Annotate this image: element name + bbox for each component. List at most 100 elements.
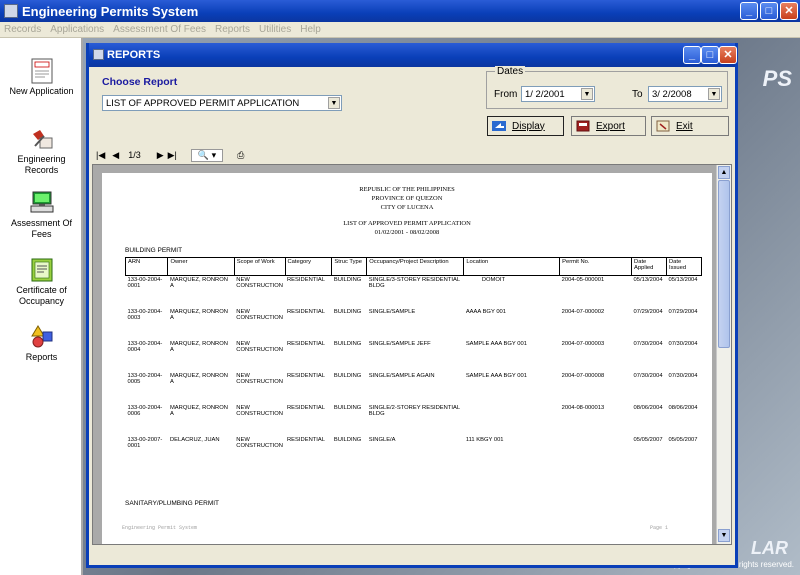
cell-permit-no: 2004-07-000008 — [561, 372, 605, 379]
last-page-icon[interactable]: ▶| — [168, 150, 177, 161]
reports-maximize-button[interactable]: □ — [701, 46, 719, 64]
cell-permit-no: 2004-05-000001 — [561, 277, 605, 283]
window-icon — [93, 49, 104, 60]
cell-category: RESIDENTIAL — [287, 308, 326, 315]
minimize-button[interactable]: _ — [740, 2, 758, 20]
sidebar-item-label: Reports — [25, 352, 58, 362]
scroll-thumb[interactable] — [718, 180, 730, 348]
table-header-row: ARN Owner Scope of Work Category Struc T… — [124, 257, 703, 276]
report-header-line: REPUBLIC OF THE PHILIPPINES — [359, 186, 455, 193]
first-page-icon[interactable]: |◀ — [96, 150, 105, 161]
display-button[interactable]: Display — [487, 116, 564, 136]
table-row: 133-00-2004-0003 MARQUEZ, RONRON A NEW C… — [126, 308, 702, 340]
sidebar-item-label: Certificate of Occupancy — [16, 285, 67, 306]
cell-location: SAMPLE AAA BGY 001 — [465, 340, 527, 347]
cell-scope: NEW CONSTRUCTION — [236, 277, 283, 289]
chevron-down-icon: ▼ — [708, 88, 720, 100]
to-date-picker[interactable]: 3/ 2/2008 ▼ — [648, 86, 722, 102]
cell-arn: 133-00-2004-0001 — [127, 277, 163, 289]
sidebar: New Application Engineering Records Asse… — [0, 38, 83, 575]
close-button[interactable]: ✕ — [780, 2, 798, 20]
cell-struc-type: BUILDING — [333, 308, 362, 315]
cell-date-issued: 07/30/2004 — [668, 340, 698, 347]
sidebar-item-certificate-of-occupancy[interactable]: Certificate of Occupancy — [0, 257, 83, 307]
column-header: Date Issued — [665, 257, 703, 276]
cell-date-issued: 07/29/2004 — [668, 308, 698, 315]
sidebar-item-assessment-of-fees[interactable]: Assessment Of Fees — [0, 190, 83, 240]
zoom-icon[interactable]: 🔍 ▾ — [190, 148, 224, 162]
report-footer-page: Page 1 — [650, 525, 669, 531]
reports-close-button[interactable]: ✕ — [719, 46, 737, 64]
vertical-scrollbar[interactable]: ▲ ▼ — [716, 165, 731, 544]
reports-title: REPORTS — [107, 49, 161, 61]
cell-category: RESIDENTIAL — [287, 436, 326, 443]
exit-button[interactable]: Exit — [651, 116, 729, 136]
report-footer-system: Engineering Permit System — [122, 525, 198, 531]
report-select-value: LIST OF APPROVED PERMIT APPLICATION — [106, 97, 300, 109]
cell-struc-type: BUILDING — [333, 372, 362, 379]
table-row: 133-00-2004-0001 MARQUEZ, RONRON A NEW C… — [126, 276, 702, 308]
cell-occupancy: SINGLE/SAMPLE — [368, 308, 416, 315]
background-logo-bottom: LAR — [751, 538, 788, 558]
menu-applications[interactable]: Applications — [50, 24, 104, 35]
choose-report-label: Choose Report — [102, 76, 178, 88]
reports-minimize-button[interactable]: _ — [683, 46, 701, 64]
from-date-value: 1/ 2/2001 — [525, 88, 565, 100]
cell-location: 111 KBGY 001 — [465, 436, 504, 443]
menu-reports[interactable]: Reports — [215, 24, 250, 35]
cell-category: RESIDENTIAL — [287, 340, 326, 347]
cell-occupancy: SINGLE/2-STOREY RESIDENTIAL BLDG — [368, 404, 460, 417]
scroll-down-icon[interactable]: ▼ — [718, 529, 730, 542]
scroll-up-icon[interactable]: ▲ — [718, 166, 730, 179]
cell-arn: 133-00-2004-0006 — [127, 404, 163, 417]
section-building-permit: BUILDING PERMIT — [125, 247, 183, 254]
print-icon[interactable]: ⎙ — [237, 150, 244, 161]
column-header: Location — [463, 257, 561, 276]
column-header: Owner — [167, 257, 235, 276]
report-select[interactable]: LIST OF APPROVED PERMIT APPLICATION ▼ — [102, 95, 342, 111]
sidebar-item-engineering-records[interactable]: Engineering Records — [0, 126, 83, 176]
app-title-bar: Engineering Permits System _ □ ✕ — [0, 0, 800, 22]
cell-owner: MARQUEZ, RONRON A — [169, 308, 228, 321]
computer-icon — [30, 190, 54, 214]
permits-table: ARN Owner Scope of Work Category Struc T… — [124, 257, 703, 468]
prev-page-icon[interactable]: ◀ — [112, 150, 119, 161]
sidebar-item-label: Engineering Records — [17, 154, 66, 175]
cell-date-applied: 07/29/2004 — [633, 308, 663, 315]
cell-category: RESIDENTIAL — [287, 277, 326, 283]
report-page: REPUBLIC OF THE PHILIPPINES PROVINCE OF … — [102, 173, 712, 544]
cell-struc-type: BUILDING — [333, 436, 362, 443]
column-header: Permit No. — [559, 257, 633, 276]
viewer-toolbar: |◀ ◀ 1/3 ▶ ▶| 🔍 ▾ ⎙ — [92, 147, 732, 163]
cell-date-issued: 08/06/2004 — [668, 404, 698, 411]
app-title: Engineering Permits System — [22, 3, 199, 19]
menu-help[interactable]: Help — [300, 24, 321, 35]
table-row: 133-00-2004-0005 MARQUEZ, RONRON A NEW C… — [126, 372, 702, 404]
cell-date-applied: 07/30/2004 — [633, 372, 663, 379]
cell-scope: NEW CONSTRUCTION — [236, 308, 283, 321]
next-page-icon[interactable]: ▶ — [157, 150, 164, 161]
menu-assessment-of-fees[interactable]: Assessment Of Fees — [113, 24, 206, 35]
from-date-picker[interactable]: 1/ 2/2001 ▼ — [521, 86, 595, 102]
cell-permit-no: 2004-07-000003 — [561, 340, 605, 347]
cell-date-applied: 05/05/2007 — [633, 436, 663, 443]
maximize-button[interactable]: □ — [760, 2, 778, 20]
cell-struc-type: BUILDING — [333, 404, 362, 411]
reports-window: REPORTS _ □ ✕ Choose Report LIST OF APPR… — [86, 43, 738, 568]
menu-utilities[interactable]: Utilities — [259, 24, 291, 35]
sidebar-item-label: Assessment Of Fees — [10, 218, 73, 239]
menu-records[interactable]: Records — [4, 24, 41, 35]
column-header: Date Applied — [631, 257, 667, 276]
display-button-label: Display — [512, 120, 545, 132]
column-header: Scope of Work — [233, 257, 286, 276]
document-icon — [30, 58, 54, 84]
cell-arn: 133-00-2004-0004 — [127, 340, 163, 353]
sidebar-item-reports[interactable]: Reports — [0, 324, 83, 363]
report-viewer[interactable]: REPUBLIC OF THE PHILIPPINES PROVINCE OF … — [92, 164, 732, 545]
cell-permit-no — [560, 436, 632, 468]
cell-occupancy: SINGLE/3-STOREY RESIDENTIAL BLDG — [368, 277, 460, 289]
sidebar-item-new-application[interactable]: New Application — [0, 58, 83, 97]
export-button[interactable]: Export — [571, 116, 646, 136]
cell-arn: 133-00-2004-0005 — [127, 372, 163, 385]
cell-permit-no: 2004-07-000002 — [561, 308, 605, 315]
